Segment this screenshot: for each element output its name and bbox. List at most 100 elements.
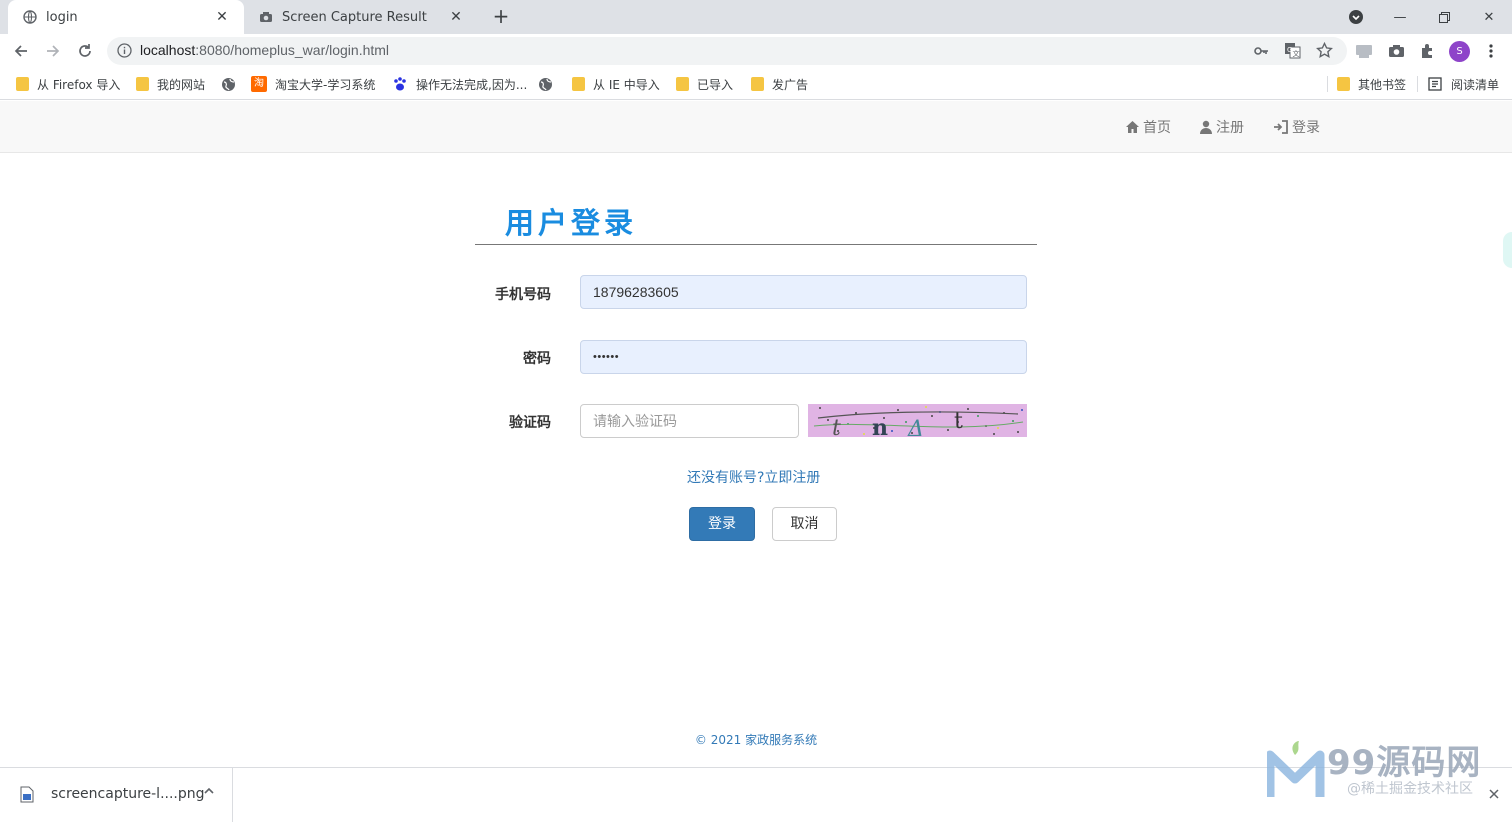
download-item[interactable]: screencapture-l....png — [0, 768, 233, 822]
browser-tab-strip: login ✕ Screen Capture Result ✕ + — ✕ — [0, 0, 1512, 34]
info-icon[interactable] — [117, 43, 132, 62]
title-divider — [475, 244, 1037, 245]
close-icon[interactable]: ✕ — [214, 9, 230, 25]
globe-icon — [22, 9, 38, 25]
watermark-logo — [1267, 741, 1325, 797]
svg-text:Δ: Δ — [907, 417, 924, 437]
bookmark-imported[interactable]: 已导入 — [676, 76, 733, 92]
back-button[interactable] — [8, 38, 34, 64]
translate-icon[interactable]: G文 — [1284, 42, 1301, 63]
url-text: localhost:8080/homeplus_war/login.html — [140, 42, 389, 58]
bookmarks-bar: 从 Firefox 导入 我的网站 淘 淘宝大学-学习系统 操作无法完成,因为.… — [0, 68, 1512, 100]
cancel-button[interactable]: 取消 — [772, 507, 837, 541]
watermark: 99源码网 @稀土掘金技术社区 — [1265, 735, 1512, 821]
login-button[interactable]: 登录 — [689, 507, 755, 541]
bookmark-label: 从 IE 中导入 — [593, 77, 660, 92]
bookmark-label: 淘宝大学-学习系统 — [275, 77, 376, 92]
bookmark-label: 发广告 — [772, 77, 809, 92]
reload-icon — [79, 44, 91, 57]
folder-icon — [136, 77, 149, 91]
bookmark-label: 从 Firefox 导入 — [37, 77, 121, 92]
browser-toolbar: localhost:8080/homeplus_war/login.html G… — [0, 34, 1512, 68]
register-link[interactable]: 还没有账号?立即注册 — [687, 467, 820, 487]
nav-home-label: 首页 — [1143, 120, 1171, 136]
password-label: 密码 — [523, 351, 551, 367]
watermark-text: 99源码网 — [1327, 743, 1482, 783]
bookmark-my-site[interactable]: 我的网站 — [136, 76, 205, 92]
tab-search-button[interactable] — [1333, 0, 1379, 34]
avatar[interactable]: S — [1449, 41, 1470, 62]
nav-login[interactable]: 登录 — [1273, 117, 1320, 137]
svg-text:文: 文 — [1293, 49, 1300, 58]
captcha-input[interactable]: 请输入验证码 — [580, 404, 799, 438]
new-tab-button[interactable]: + — [488, 5, 514, 29]
bookmark-firefox-import[interactable]: 从 Firefox 导入 — [16, 76, 120, 92]
arrow-left-icon — [14, 45, 27, 57]
tab-screen-capture[interactable]: Screen Capture Result ✕ — [244, 0, 478, 34]
reader-extension-icon[interactable] — [1355, 42, 1373, 60]
folder-icon — [751, 77, 764, 91]
svg-text:t: t — [954, 409, 963, 434]
bookmark-label: 阅读清单 — [1451, 77, 1500, 92]
star-icon[interactable] — [1316, 41, 1333, 63]
nav-register[interactable]: 注册 — [1199, 117, 1244, 137]
bookmark-baidu[interactable]: 操作无法完成,因为... — [392, 76, 527, 92]
phone-label: 手机号码 — [495, 287, 551, 303]
nav-register-label: 注册 — [1216, 120, 1244, 136]
captcha-label: 验证码 — [509, 415, 551, 431]
folder-icon — [572, 77, 585, 91]
page-title: 用户登录 — [505, 206, 638, 240]
globe-icon — [539, 77, 552, 91]
user-icon — [1199, 120, 1213, 134]
restore-icon — [1438, 11, 1450, 23]
site-navbar: 首页 注册 登录 — [0, 101, 1512, 153]
taobao-icon: 淘 — [251, 76, 267, 92]
url-host: localhost — [140, 42, 196, 58]
close-window-button[interactable]: ✕ — [1466, 0, 1512, 34]
bookmark-globe-2[interactable] — [538, 76, 553, 92]
bookmark-ie-import[interactable]: 从 IE 中导入 — [572, 76, 660, 92]
sign-in-icon — [1273, 120, 1289, 134]
close-icon[interactable]: ✕ — [448, 9, 464, 25]
svg-text:t: t — [832, 416, 841, 437]
kebab-menu-icon[interactable] — [1482, 42, 1500, 60]
nav-login-label: 登录 — [1292, 120, 1320, 136]
chevron-down-icon — [1349, 10, 1363, 24]
globe-icon — [222, 77, 235, 91]
bookmark-other[interactable]: 其他书签 — [1337, 76, 1406, 92]
address-bar[interactable]: localhost:8080/homeplus_war/login.html G… — [107, 37, 1347, 65]
bookmark-divider — [1327, 76, 1328, 92]
forward-button[interactable] — [40, 38, 66, 64]
download-filename: screencapture-l....png — [51, 786, 205, 802]
side-float-tab[interactable] — [1503, 232, 1512, 268]
key-icon[interactable] — [1253, 43, 1269, 63]
chevron-up-icon[interactable] — [203, 785, 215, 801]
tab-login[interactable]: login ✕ — [8, 0, 244, 34]
password-input[interactable]: •••••• — [580, 340, 1027, 374]
home-icon — [1125, 120, 1140, 134]
camera-icon[interactable] — [1387, 42, 1405, 60]
bookmark-divider — [1417, 76, 1418, 92]
phone-input[interactable]: 18796283605 — [580, 275, 1027, 309]
bookmark-label: 我的网站 — [157, 77, 206, 92]
bookmark-globe-1[interactable] — [221, 76, 236, 92]
minimize-button[interactable]: — — [1377, 0, 1423, 34]
arrow-right-icon — [47, 45, 60, 57]
file-image-icon — [20, 786, 34, 807]
reading-list[interactable]: 阅读清单 — [1428, 76, 1499, 92]
bookmark-ads[interactable]: 发广告 — [751, 76, 808, 92]
restore-button[interactable] — [1421, 0, 1467, 34]
bookmark-label: 操作无法完成,因为... — [416, 77, 528, 92]
bookmark-taobao[interactable]: 淘 淘宝大学-学习系统 — [251, 76, 375, 92]
baidu-paw-icon — [394, 77, 406, 91]
nav-home[interactable]: 首页 — [1125, 117, 1171, 137]
captcha-image[interactable]: t n Δ t — [808, 404, 1027, 437]
bookmark-label: 已导入 — [697, 77, 734, 92]
puzzle-icon[interactable] — [1418, 42, 1436, 60]
bookmark-label: 其他书签 — [1358, 77, 1407, 92]
tab-label: login — [46, 9, 78, 25]
reading-list-icon — [1428, 77, 1442, 91]
tab-label: Screen Capture Result — [282, 9, 427, 25]
folder-icon — [16, 77, 29, 91]
reload-button[interactable] — [72, 38, 98, 64]
